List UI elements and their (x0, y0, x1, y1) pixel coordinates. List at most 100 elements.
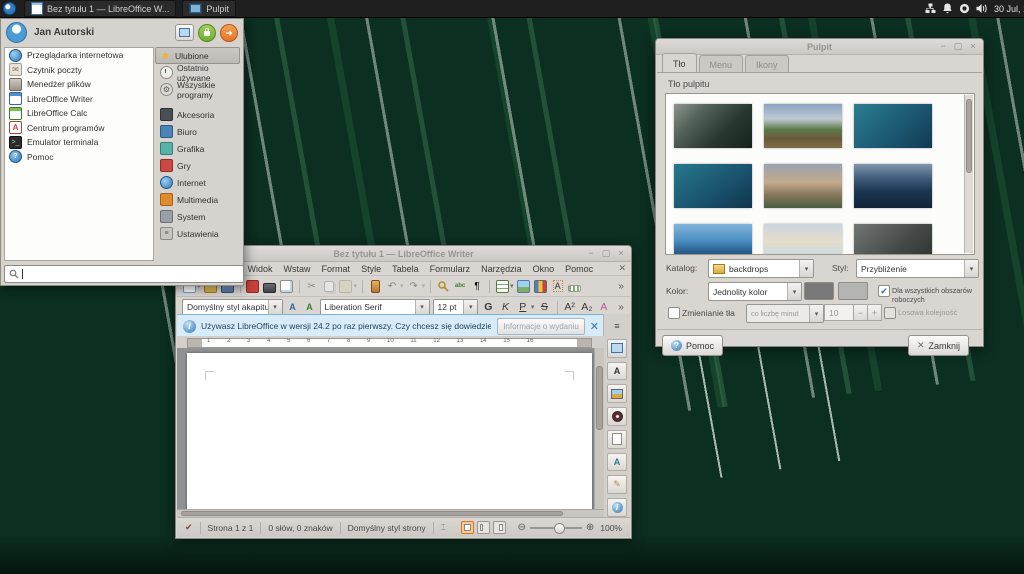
menu-item-file-manager[interactable]: Menedżer plików (5, 77, 153, 92)
menu-style[interactable]: Style (361, 264, 381, 274)
category-games[interactable]: Gry (155, 157, 240, 174)
formatting-marks-button[interactable]: ¶ (470, 279, 484, 293)
change-background-checkbox[interactable] (668, 307, 680, 319)
sidebar-navigator-button[interactable] (607, 407, 627, 426)
bold-button[interactable]: G (481, 301, 495, 313)
tab-tlo[interactable]: Tło (662, 53, 697, 73)
menu-item-writer[interactable]: LibreOffice Writer (5, 92, 153, 107)
horizontal-scrollbar-thumb[interactable] (181, 511, 563, 516)
notifications-bell-icon[interactable] (942, 3, 953, 14)
tab-ikony[interactable]: Ikony (745, 55, 789, 73)
zoom-slider-knob[interactable] (554, 523, 565, 534)
status-page-style[interactable]: Domyślny styl strony (348, 523, 426, 533)
close-dialog-button[interactable]: ✕ Zamknij (908, 335, 969, 356)
book-view-button[interactable] (493, 521, 506, 534)
combo-arrow-icon[interactable]: ▾ (415, 300, 429, 315)
page-break-button[interactable] (568, 279, 582, 293)
clone-formatting-button[interactable] (368, 279, 382, 293)
maximize-button[interactable]: ▢ (952, 40, 964, 52)
undo-button[interactable]: ↶ (385, 279, 399, 293)
category-internet[interactable]: Internet (155, 174, 240, 191)
menu-item-terminal[interactable]: >_Emulator terminala (5, 135, 153, 150)
font-name-combo[interactable]: Liberation Serif ▾ (320, 299, 430, 316)
help-button[interactable]: ? Pomoc (662, 335, 723, 356)
katalog-combo[interactable]: backdrops ▾ (708, 259, 814, 278)
wallpaper-scrollbar-thumb[interactable] (966, 99, 972, 173)
document-page[interactable] (187, 353, 592, 510)
insert-image-button[interactable] (517, 279, 531, 293)
font-size-combo[interactable]: 12 pt ▾ (433, 299, 479, 316)
update-style-button[interactable]: A (286, 300, 300, 314)
sidebar-style-inspector-button[interactable]: A (607, 453, 627, 472)
wallpaper-thumb-6[interactable] (854, 164, 932, 208)
primary-color-swatch[interactable] (804, 282, 834, 300)
undo-dropdown-icon[interactable]: ▾ (400, 282, 404, 290)
combo-arrow-icon[interactable]: ▾ (463, 300, 477, 315)
paste-dropdown-icon[interactable]: ▾ (354, 282, 358, 290)
infobar-close-icon[interactable]: ✕ (590, 320, 599, 333)
menu-item-browser[interactable]: Przeglądarka internetowa (5, 48, 153, 63)
superscript-button[interactable]: A² (562, 301, 576, 313)
redo-dropdown-icon[interactable]: ▾ (422, 282, 426, 290)
subscript-button[interactable]: A₂ (580, 301, 594, 313)
wallpaper-thumb-3[interactable] (854, 104, 932, 148)
panel-clock[interactable]: 30 Jul, 18: (994, 4, 1024, 14)
vertical-scrollbar-thumb[interactable] (596, 366, 603, 430)
category-multimedia[interactable]: Multimedia (155, 191, 240, 208)
network-icon[interactable] (925, 3, 936, 14)
underline-button[interactable]: P (516, 301, 530, 313)
close-button[interactable]: × (615, 247, 627, 259)
wallpaper-thumb-9[interactable] (854, 224, 932, 255)
underline-dropdown-icon[interactable]: ▾ (531, 303, 535, 311)
menu-widok[interactable]: Widok (248, 264, 273, 274)
menu-search-input[interactable] (4, 265, 244, 283)
category-graphics[interactable]: Grafika (155, 140, 240, 157)
secondary-color-swatch[interactable] (838, 282, 868, 300)
styl-combo[interactable]: Przybliżenie ▾ (856, 259, 979, 278)
menu-item-software-center[interactable]: ACentrum programów (5, 121, 153, 136)
wallpaper-thumb-7[interactable] (674, 224, 752, 255)
menu-pomoc[interactable]: Pomoc (565, 264, 593, 274)
sidebar-properties-button[interactable] (607, 339, 627, 358)
minimize-button[interactable]: − (937, 40, 949, 52)
wallpaper-thumb-5[interactable] (764, 164, 842, 208)
document-area[interactable] (177, 348, 604, 510)
wallpaper-scrollbar[interactable] (964, 95, 973, 253)
category-system[interactable]: System (155, 208, 240, 225)
italic-button[interactable]: K (498, 301, 512, 313)
toolbar-overflow-icon[interactable]: » (614, 279, 628, 293)
combo-arrow-icon[interactable]: ▾ (787, 283, 801, 300)
sidebar-accessibility-button[interactable]: i (607, 498, 627, 517)
all-settings-button[interactable] (175, 24, 194, 41)
lock-screen-button[interactable] (198, 24, 216, 42)
zoom-out-icon[interactable]: ⊖ (517, 522, 525, 533)
tab-menu[interactable]: Menu (699, 55, 744, 73)
log-out-button[interactable]: ➜ (220, 24, 238, 42)
menu-item-mail[interactable]: ✉Czytnik poczty (5, 63, 153, 78)
minimize-button[interactable]: − (585, 247, 597, 259)
menu-formularz[interactable]: Formularz (430, 264, 471, 274)
menu-wstaw[interactable]: Wstaw (284, 264, 311, 274)
combo-arrow-icon[interactable]: ▾ (268, 300, 282, 315)
category-all-programs[interactable]: ⚙Wszystkie programy (155, 81, 240, 98)
export-pdf-button[interactable] (246, 279, 260, 293)
redo-button[interactable]: ↷ (407, 279, 421, 293)
new-style-button[interactable]: A (303, 300, 317, 314)
category-favorites[interactable]: ★Ulubione (155, 47, 240, 64)
taskbar-button-pulpit[interactable]: Pulpit (182, 0, 236, 17)
modified-indicator-icon[interactable]: ✔ (185, 522, 193, 533)
status-word-count[interactable]: 0 słów, 0 znaków (268, 523, 332, 533)
copy-button[interactable] (322, 279, 336, 293)
close-button[interactable]: × (967, 40, 979, 52)
writer-titlebar[interactable]: Bez tytułu 1 — LibreOffice Writer − ▢ × (176, 246, 631, 262)
zoom-in-icon[interactable]: ⊕ (586, 522, 594, 533)
menu-format[interactable]: Format (322, 264, 351, 274)
paste-button[interactable] (339, 279, 353, 293)
release-notes-button[interactable]: Informacje o wydaniu (497, 318, 585, 335)
zoom-slider[interactable] (530, 527, 582, 529)
sidebar-styles-button[interactable]: A (607, 362, 627, 381)
insert-chart-button[interactable] (534, 279, 548, 293)
combo-arrow-icon[interactable]: ▾ (964, 260, 978, 277)
menu-tabela[interactable]: Tabela (392, 264, 419, 274)
insert-table-button[interactable] (495, 279, 509, 293)
